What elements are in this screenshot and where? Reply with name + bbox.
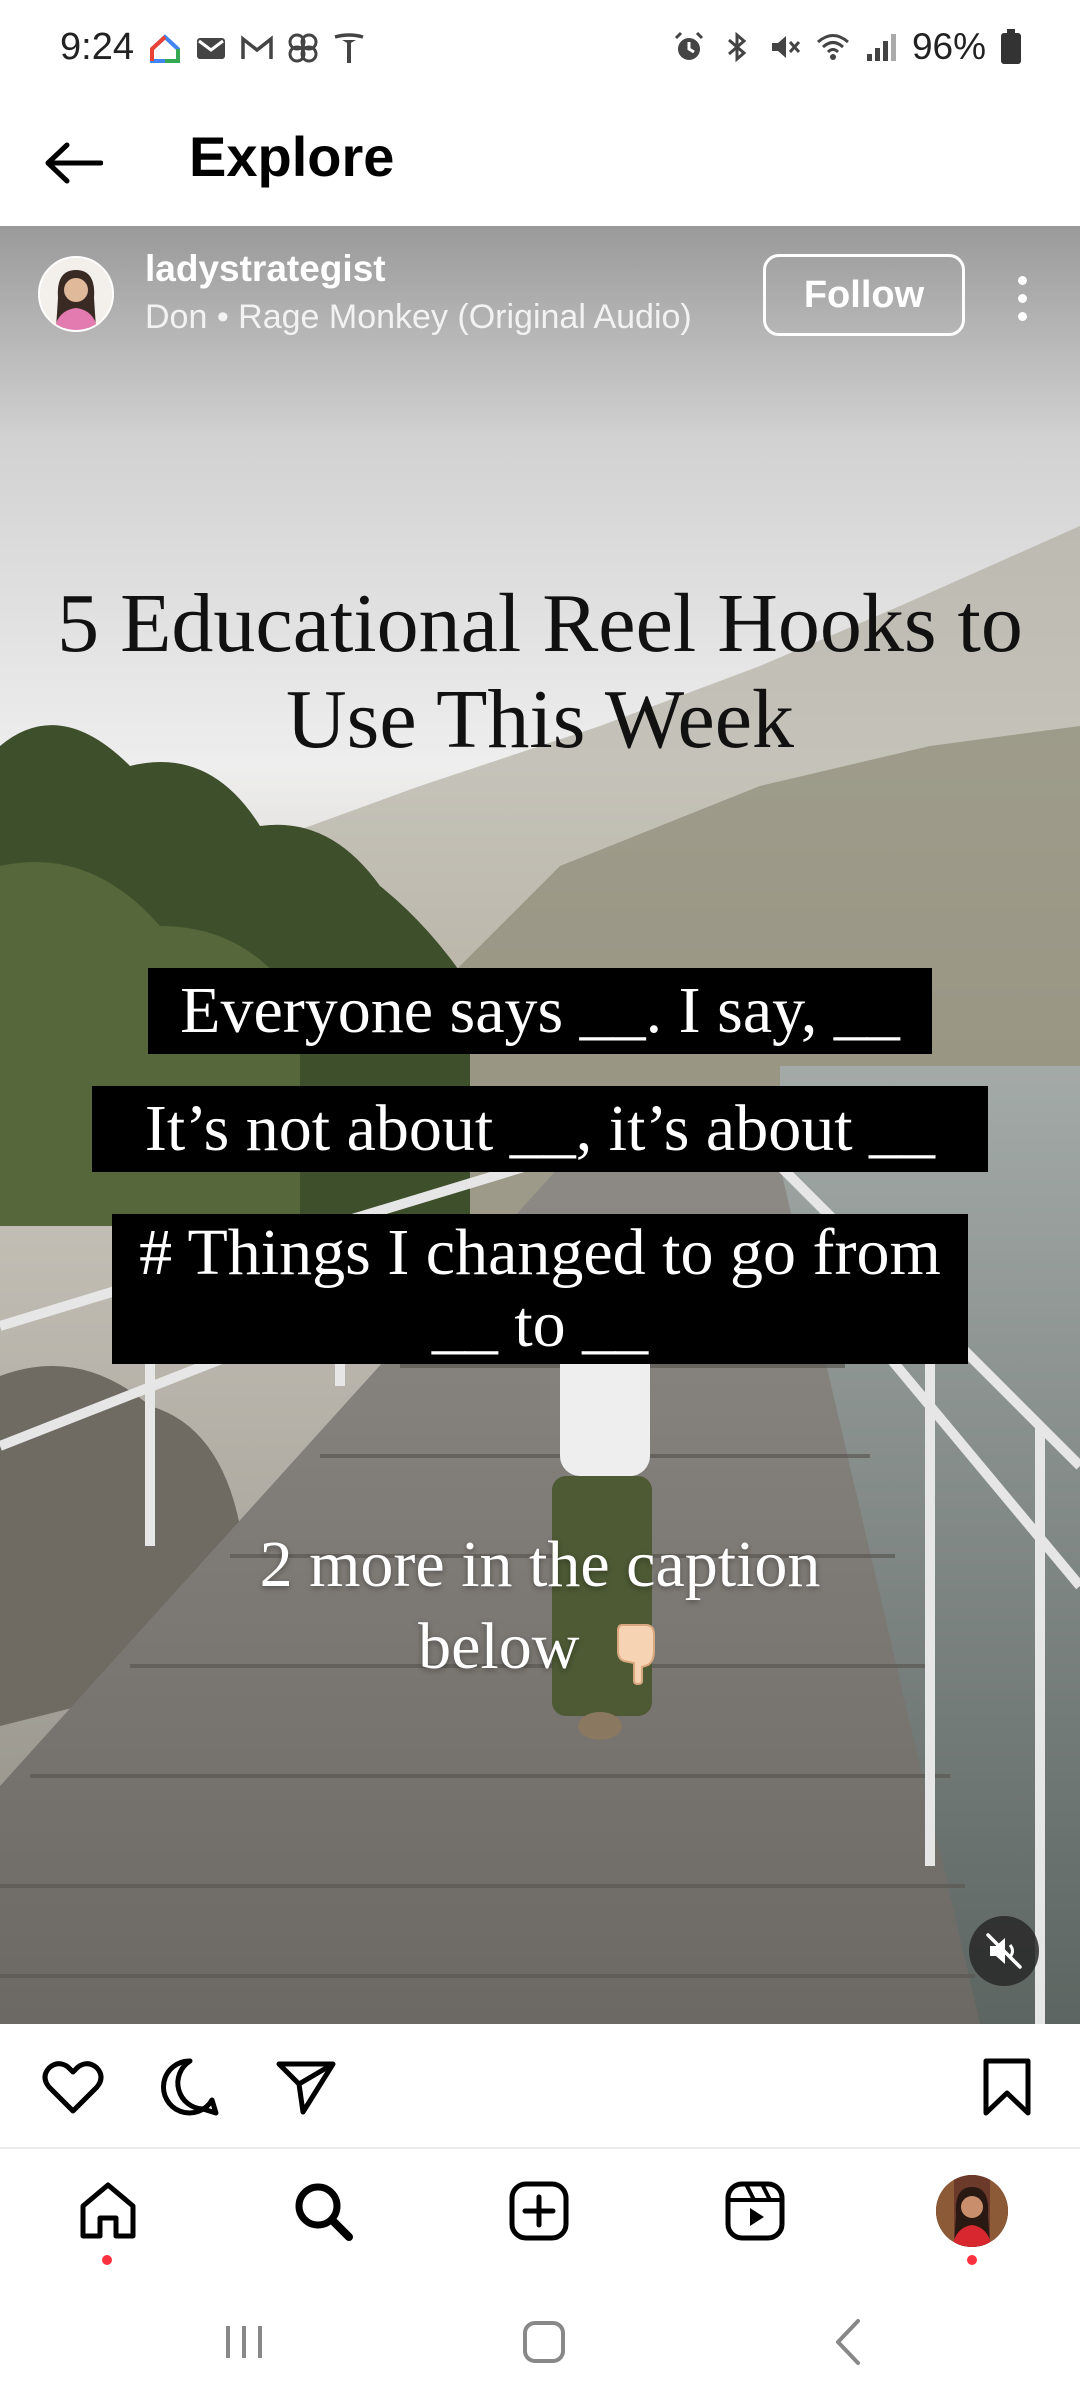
like-button[interactable]: [40, 2054, 106, 2120]
author-username[interactable]: ladystrategist: [145, 248, 386, 290]
pointing-down-hand-icon: [616, 1623, 655, 1685]
pinwheel-icon: [288, 33, 318, 63]
more-options-icon[interactable]: [1000, 268, 1044, 328]
plus-square-icon: [509, 2181, 569, 2241]
nav-create[interactable]: [503, 2175, 575, 2247]
back-button[interactable]: [40, 130, 106, 196]
post-action-bar: [0, 2024, 1080, 2148]
nav-home[interactable]: [72, 2175, 144, 2247]
home-notification-dot: [102, 2255, 112, 2265]
comment-bubble-icon: [160, 2058, 219, 2116]
bookmark-icon: [983, 2058, 1031, 2116]
caption-hint-label: 2 more in the caption below: [259, 1528, 821, 1683]
mute-toggle-button[interactable]: [969, 1916, 1039, 1986]
wifi-icon: [816, 34, 849, 60]
mute-icon: [771, 36, 801, 58]
paper-plane-icon: [276, 2061, 336, 2115]
share-button[interactable]: [273, 2054, 339, 2120]
reels-icon: [725, 2181, 785, 2241]
system-back-icon: [836, 2319, 860, 2365]
status-right: 96%: [672, 26, 1022, 68]
page-title: Explore: [189, 125, 395, 188]
heart-icon: [42, 2061, 104, 2114]
system-home-icon: [523, 2321, 565, 2363]
recent-apps-button[interactable]: [214, 2317, 274, 2367]
nav-reels[interactable]: [719, 2175, 791, 2247]
status-left-icons: [148, 30, 366, 66]
battery-icon: [1001, 29, 1021, 64]
mail-icon: [197, 38, 225, 59]
post-header: ladystrategist Don • Rage Monkey (Origin…: [0, 226, 1080, 356]
status-bar: 9:24 96%: [0, 0, 1080, 100]
bluetooth-icon: [727, 31, 747, 63]
reel-title-text: 5 Educational Reel Hooks to Use This Wee…: [57, 577, 1023, 766]
author-avatar[interactable]: [38, 256, 114, 332]
nav-search[interactable]: [287, 2175, 359, 2247]
status-time: 9:24: [60, 26, 134, 68]
gmail-icon: [241, 35, 273, 59]
nav-profile[interactable]: [936, 2175, 1008, 2247]
follow-button[interactable]: Follow: [763, 254, 965, 336]
google-home-icon: [150, 34, 180, 63]
system-back-button[interactable]: [818, 2317, 878, 2367]
home-icon: [80, 2182, 136, 2239]
profile-avatar-image: [936, 2175, 1008, 2247]
bottom-nav: [0, 2149, 1080, 2279]
reel-media[interactable]: ladystrategist Don • Rage Monkey (Origin…: [0, 226, 1080, 2024]
system-home-button[interactable]: [514, 2317, 574, 2367]
alarm-icon: [674, 31, 703, 60]
tesla-icon: [334, 33, 364, 63]
save-button[interactable]: [974, 2054, 1040, 2120]
author-avatar-image: [40, 258, 112, 330]
hook-text-2: It’s not about __, it’s about __: [92, 1086, 988, 1172]
hook-text-3: # Things I changed to go from __ to __: [112, 1214, 968, 1364]
hook-text-1: Everyone says __. I say, __: [148, 968, 932, 1054]
audio-label[interactable]: Don • Rage Monkey (Original Audio): [145, 298, 692, 337]
system-nav-bar: [0, 2279, 1080, 2400]
speaker-muted-icon: [986, 1933, 1022, 1969]
caption-hint-text: 2 more in the caption below: [240, 1524, 840, 1688]
comment-button[interactable]: [157, 2054, 223, 2120]
app-header: Explore: [0, 100, 1080, 226]
signal-icon: [866, 34, 896, 61]
back-arrow-icon: [45, 142, 103, 184]
recent-apps-icon: [226, 2326, 262, 2358]
profile-notification-dot: [967, 2255, 977, 2265]
search-icon: [295, 2183, 353, 2241]
battery-percent: 96%: [911, 26, 986, 67]
